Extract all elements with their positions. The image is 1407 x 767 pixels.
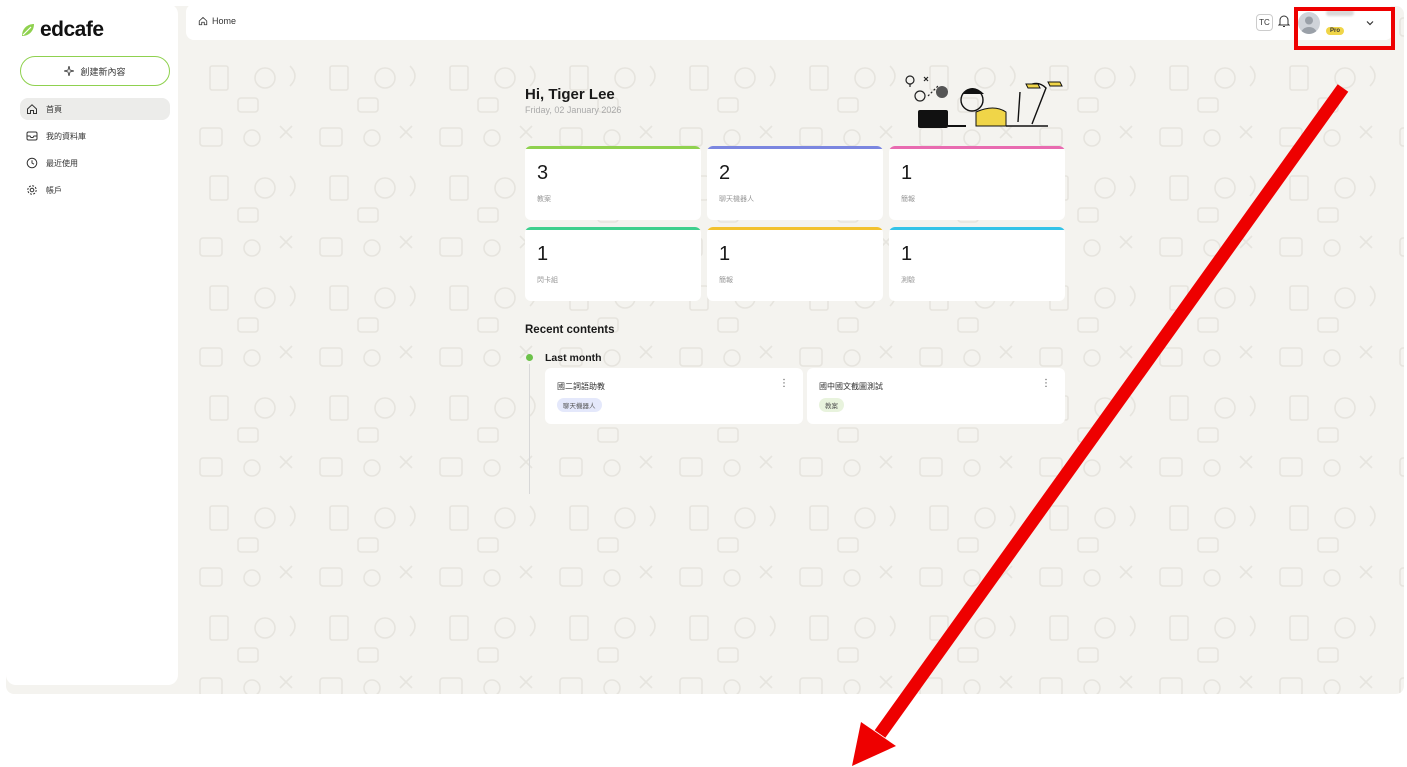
greeting-title: Hi, Tiger Lee [525, 86, 615, 103]
sidebar-item-label: 首頁 [46, 104, 62, 114]
clock-icon [26, 157, 38, 169]
greeting-date: Friday, 02 January 2026 [525, 105, 622, 115]
stat-card-accent [707, 146, 883, 149]
home-icon [198, 16, 208, 26]
recent-content-card[interactable]: 國二詞語助教 聊天機器人 ⋮ [545, 368, 803, 424]
greeting: Hi, Tiger Lee Friday, 02 January 2026 [525, 86, 621, 115]
timeline-line [529, 364, 530, 494]
content-title: 國二詞語助教 [557, 382, 605, 391]
sidebar: edcafe 創建新內容 首頁 我的資料庫 最近使用 帳戶 [6, 4, 178, 685]
stat-card-accent [889, 227, 1065, 230]
breadcrumb-home: Home [212, 16, 237, 26]
stat-card-chatbots[interactable]: 2 聊天機器人 [707, 146, 883, 220]
annotation-highlight-box [1294, 7, 1395, 50]
timeline-group-label: Last month [545, 352, 602, 364]
stat-card-quizzes[interactable]: 1 測驗 [889, 227, 1065, 301]
recent-contents-title: Recent contents [525, 324, 615, 336]
recent-content-card[interactable]: 國中國文截圖測試 教案 ⋮ [807, 368, 1065, 424]
leaf-logo-icon [22, 24, 34, 36]
stat-card-accent [525, 227, 701, 230]
sidebar-item-label: 最近使用 [46, 158, 78, 168]
stat-card-accent [525, 146, 701, 149]
top-bar: Home TC Pro [186, 4, 1393, 40]
content-type-tag: 聊天機器人 [557, 398, 602, 412]
stat-card-presentations[interactable]: 1 簡報 [707, 227, 883, 301]
stat-card-accent [889, 146, 1065, 149]
sidebar-item-label: 我的資料庫 [46, 131, 86, 141]
stat-count: 3 [537, 162, 549, 184]
sidebar-item-home[interactable]: 首頁 [20, 98, 170, 120]
stat-label: 簡報 [901, 196, 915, 203]
stat-count: 1 [537, 243, 549, 265]
stat-card-accent [707, 227, 883, 230]
stat-card-lesson-plans[interactable]: 3 教案 [525, 146, 701, 220]
stat-label: 聊天機器人 [719, 196, 754, 203]
stat-label: 簡報 [719, 277, 733, 284]
more-options-icon[interactable]: ⋮ [1041, 378, 1051, 389]
create-new-content-label: 創建新內容 [80, 66, 126, 77]
stat-count: 1 [719, 243, 731, 265]
stat-label: 教案 [537, 196, 551, 203]
stat-label: 閃卡組 [537, 277, 558, 284]
background-pattern [190, 6, 1404, 694]
content-title: 國中國文截圖測試 [819, 382, 883, 391]
gear-icon [27, 185, 37, 195]
inbox-icon [26, 131, 38, 141]
home-icon [27, 104, 37, 114]
stat-count: 1 [901, 162, 913, 184]
sidebar-item-account[interactable]: 帳戶 [20, 179, 170, 201]
stat-count: 1 [901, 243, 913, 265]
more-options-icon[interactable]: ⋮ [779, 378, 789, 389]
timeline-dot [526, 354, 533, 361]
sidebar-item-recent[interactable]: 最近使用 [20, 152, 170, 174]
app-window [6, 6, 1404, 694]
content-type-tag: 教案 [819, 398, 844, 412]
sparkle-icon [64, 66, 75, 76]
sidebar-item-library[interactable]: 我的資料庫 [20, 125, 170, 147]
create-new-content-button[interactable]: 創建新內容 [20, 56, 170, 86]
stat-card-slides[interactable]: 1 簡報 [889, 146, 1065, 220]
brand-logo[interactable]: edcafe [20, 18, 104, 42]
hero-illustration [905, 75, 1063, 128]
stat-label: 測驗 [901, 277, 915, 284]
breadcrumb[interactable]: Home [198, 16, 236, 26]
sidebar-item-label: 帳戶 [46, 185, 62, 195]
stat-count: 2 [719, 162, 731, 184]
stat-card-flashcards[interactable]: 1 閃卡組 [525, 227, 701, 301]
sidebar-nav: 首頁 我的資料庫 最近使用 帳戶 [20, 98, 170, 206]
bell-icon[interactable] [1278, 14, 1290, 28]
brand-name: edcafe [40, 18, 104, 41]
language-switcher[interactable]: TC [1256, 14, 1273, 31]
